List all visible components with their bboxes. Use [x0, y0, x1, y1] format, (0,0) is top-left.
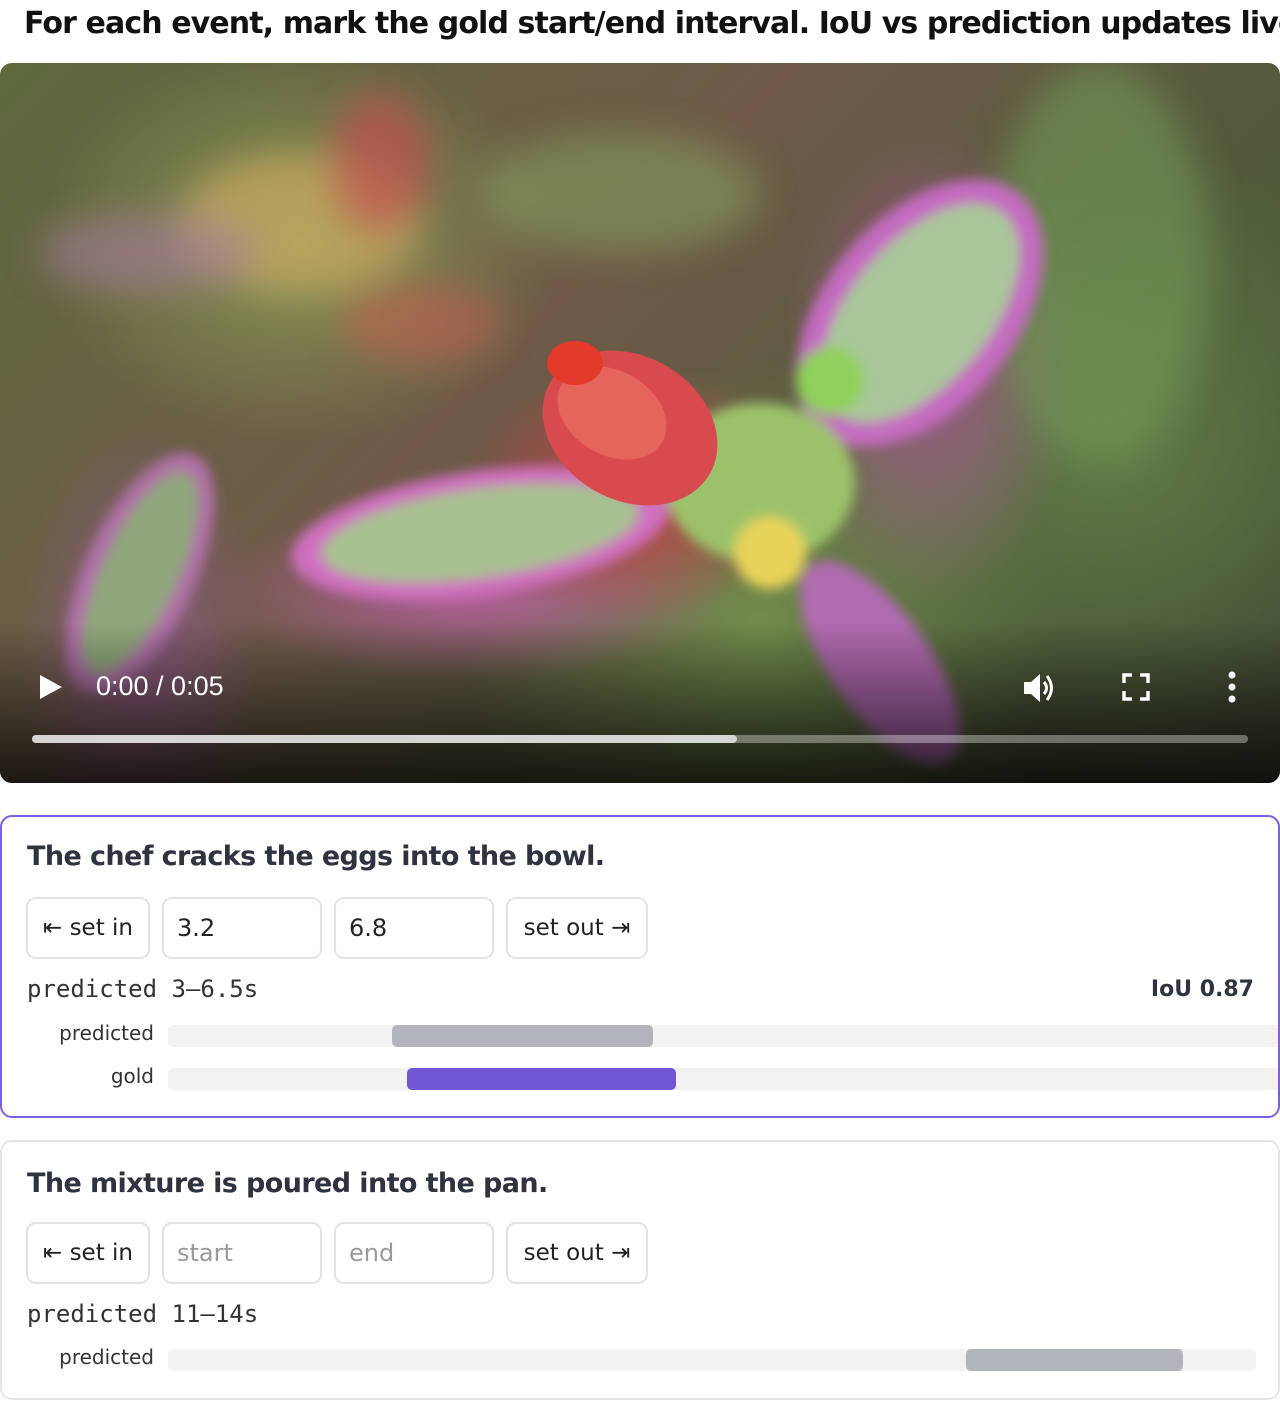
event-caption: The chef cracks the eggs into the bowl.	[27, 841, 605, 872]
predicted-track	[168, 1025, 1278, 1047]
event-caption: The mixture is poured into the pan.	[27, 1168, 548, 1199]
progress-scrubber[interactable]	[32, 735, 1248, 743]
end-input-wrap	[334, 1222, 494, 1284]
time-display: 0:00 / 0:05	[96, 671, 224, 701]
controls-gradient	[0, 623, 1280, 783]
buffered-bar	[32, 735, 738, 743]
predicted-segment	[392, 1025, 654, 1047]
volume-icon[interactable]	[1022, 671, 1058, 705]
set-in-button[interactable]: ⇤ set in	[26, 1222, 150, 1284]
set-out-button[interactable]: set out ⇥	[506, 1222, 648, 1284]
iou-score: IoU 0.87	[1150, 977, 1254, 1002]
track-label: predicted	[59, 1345, 154, 1369]
start-input[interactable]	[177, 1239, 320, 1267]
predicted-segment	[965, 1349, 1184, 1371]
more-options-icon[interactable]	[1220, 669, 1244, 705]
predicted-track-row: predicted	[2, 1343, 1278, 1373]
end-input[interactable]	[349, 1239, 492, 1267]
track-label: predicted	[59, 1021, 154, 1045]
gold-track[interactable]	[168, 1068, 1278, 1090]
event-card-2[interactable]: The mixture is poured into the pan. ⇤ se…	[0, 1140, 1280, 1400]
start-input-wrap	[162, 897, 322, 959]
page-instructions: For each event, mark the gold start/end …	[24, 6, 1280, 41]
track-label: gold	[110, 1064, 154, 1088]
predicted-track-row: predicted	[2, 1019, 1278, 1049]
set-out-button[interactable]: set out ⇥	[506, 897, 648, 959]
set-in-button[interactable]: ⇤ set in	[26, 897, 150, 959]
gold-segment[interactable]	[406, 1068, 676, 1090]
predicted-track	[168, 1349, 1256, 1371]
play-icon[interactable]	[38, 673, 64, 701]
end-input[interactable]	[349, 914, 492, 942]
gold-track-row: gold	[2, 1062, 1278, 1092]
fullscreen-icon[interactable]	[1122, 673, 1150, 701]
predicted-interval-text: predicted 11–14s	[27, 1300, 259, 1328]
end-input-wrap	[334, 897, 494, 959]
video-player[interactable]: 0:00 / 0:05	[0, 63, 1280, 783]
start-input[interactable]	[177, 914, 320, 942]
event-card-1[interactable]: The chef cracks the eggs into the bowl. …	[0, 815, 1280, 1118]
predicted-interval-text: predicted 3–6.5s	[27, 975, 259, 1003]
start-input-wrap	[162, 1222, 322, 1284]
